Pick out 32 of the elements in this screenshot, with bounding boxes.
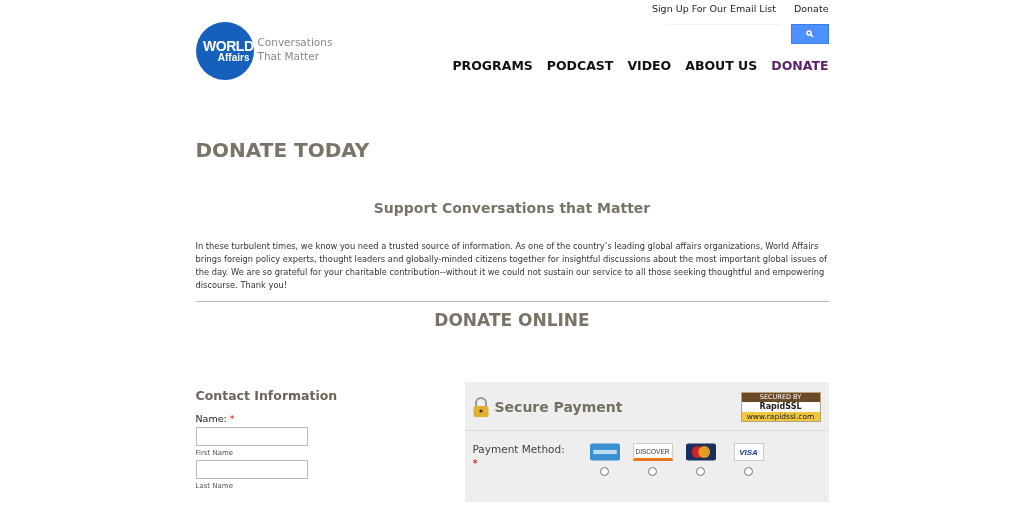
nav-link[interactable]: ABOUT US bbox=[685, 58, 758, 73]
nav-link[interactable]: PROGRAMS bbox=[452, 58, 533, 73]
card-radio[interactable] bbox=[600, 467, 609, 476]
logo-tagline: Conversations bbox=[257, 35, 333, 49]
search-button[interactable] bbox=[790, 24, 829, 44]
top-link[interactable]: Sign Up For Our Email List bbox=[651, 3, 776, 14]
card-logo: VISA bbox=[733, 443, 764, 461]
card-radio[interactable] bbox=[696, 467, 705, 476]
nav-link[interactable]: PODCAST bbox=[546, 58, 614, 73]
required-mark: * bbox=[229, 413, 235, 424]
nav-link[interactable]: DONATE bbox=[771, 58, 829, 73]
subtitle: Support Conversations that Matter bbox=[372, 200, 652, 216]
search-icon bbox=[805, 30, 814, 38]
card-radio[interactable] bbox=[648, 467, 657, 476]
nav-link[interactable]: VIDEO bbox=[627, 58, 672, 73]
logo-tagline: That Matter bbox=[257, 49, 320, 63]
payment-title: Secure Payment bbox=[494, 399, 624, 415]
page-title: DONATE TODAY bbox=[195, 138, 371, 162]
intro-paragraph: In these turbulent times, we know you need a trusted source of information. As one of the country’s leading global affairs organizations, World Affairs brings foreign policy experts, thought leaders and globally-minded citizens together for insightful discussions about the most important global issues of the day. We are so grateful for your charitable contribution--without it we could not sustain our service to all those seeking thoughtful and empowering discourse. Thank you! bbox=[195, 240, 828, 292]
payment-method-label: Payment Method: bbox=[472, 443, 566, 455]
card-logo-icon bbox=[685, 443, 716, 461]
contact-heading: Contact Information bbox=[195, 388, 339, 403]
top-link[interactable]: Donate bbox=[793, 3, 829, 14]
name-label: Name: bbox=[195, 413, 227, 424]
card-radio[interactable] bbox=[744, 467, 753, 476]
logo-circle[interactable]: WORLD Affairs bbox=[195, 22, 254, 80]
name-input[interactable] bbox=[195, 460, 308, 479]
name-input[interactable] bbox=[195, 427, 308, 446]
required-mark: * bbox=[472, 457, 479, 469]
card-logo-icon bbox=[589, 443, 620, 461]
section-title: DONATE ONLINE bbox=[433, 310, 591, 330]
padlock-icon bbox=[472, 397, 489, 417]
